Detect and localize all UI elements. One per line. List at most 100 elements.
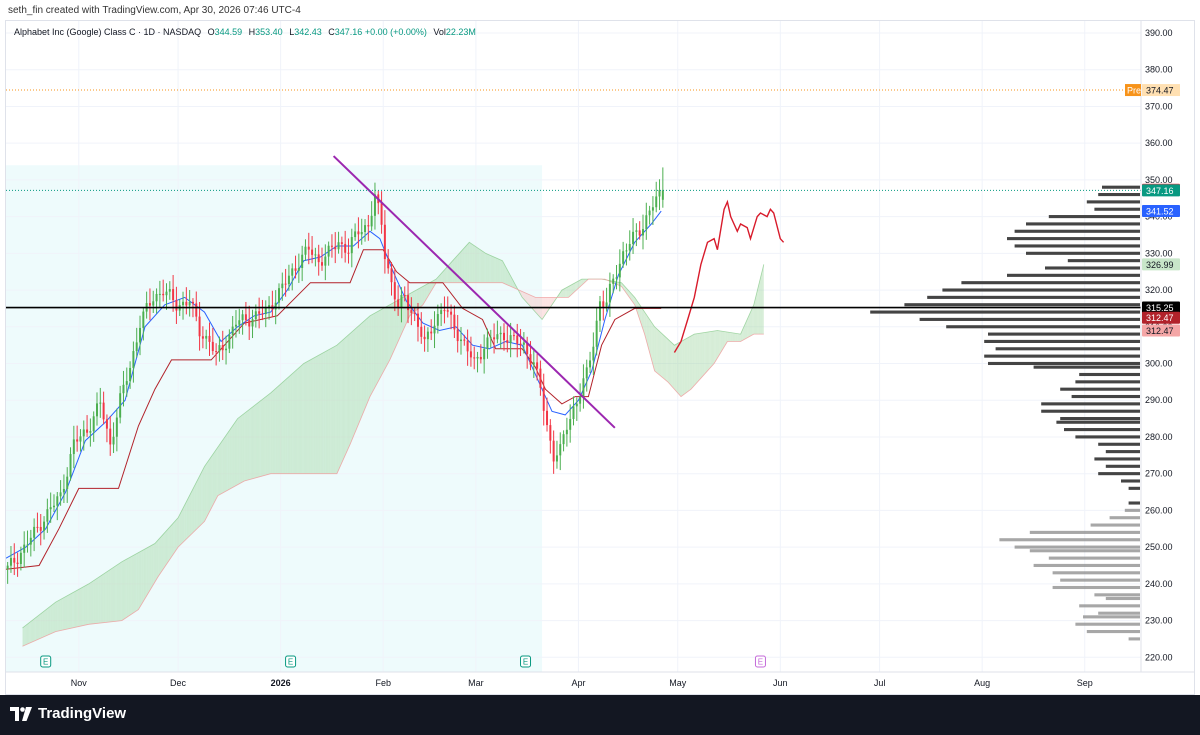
candle-body	[33, 526, 36, 538]
candle-body	[460, 339, 462, 342]
candle-body	[476, 356, 479, 359]
ichimoku-cloud-segment	[153, 543, 155, 585]
ichimoku-cloud-segment	[201, 469, 203, 525]
volume-profile-bar	[1094, 457, 1140, 461]
candle-body	[430, 331, 433, 334]
tradingview-logo[interactable]: TradingView	[10, 705, 126, 722]
candle-body	[294, 268, 297, 271]
candle-body	[612, 278, 615, 284]
ichimoku-cloud-segment	[199, 472, 202, 527]
candle-body	[522, 342, 525, 345]
ichimoku-cloud-segment	[540, 297, 543, 320]
price-chart[interactable]: 220.00 230.00 240.00 250.00 260.00 270.00 280.…	[6, 21, 1195, 695]
ichimoku-cloud-segment	[187, 495, 190, 538]
candle-body	[327, 245, 330, 257]
ichimoku-cloud-segment	[565, 287, 567, 298]
ichimoku-cloud-segment	[444, 268, 447, 283]
candle-body	[152, 301, 155, 306]
volume-profile-bar	[984, 354, 1140, 358]
candle-body	[188, 301, 191, 306]
candle-body	[198, 316, 201, 337]
footer-bar: TradingView	[0, 695, 1200, 735]
change-value: +0.00 (+0.00%)	[364, 27, 427, 37]
candle-body	[589, 360, 592, 368]
ichimoku-cloud-segment	[497, 258, 500, 283]
ichimoku-cloud-segment	[456, 255, 458, 283]
candle-body	[39, 526, 42, 531]
volume-profile-bar	[1090, 523, 1140, 527]
ichimoku-cloud-segment	[154, 541, 157, 583]
ichimoku-cloud-segment	[95, 578, 97, 624]
ichimoku-cloud-segment	[381, 308, 384, 376]
volume-profile-bar	[1056, 420, 1140, 424]
candle-body	[347, 252, 350, 254]
ichimoku-cloud-segment	[22, 626, 25, 647]
ichimoku-cloud-segment	[143, 548, 145, 602]
candle-body	[168, 289, 171, 292]
candle-body	[479, 356, 482, 360]
ichimoku-cloud-segment	[462, 247, 465, 283]
candle-body	[628, 244, 631, 251]
candle-body	[367, 225, 370, 227]
ichimoku-cloud-segment	[384, 306, 387, 370]
candle-body	[426, 331, 429, 340]
candle-body	[625, 250, 628, 252]
x-tick-label: Feb	[375, 678, 391, 688]
candle-body	[499, 332, 502, 335]
volume-profile-bar	[1094, 207, 1140, 211]
ichimoku-cloud-segment	[659, 331, 662, 377]
ichimoku-cloud-segment	[224, 435, 227, 493]
ichimoku-cloud-segment	[55, 601, 58, 632]
volume-profile-bar	[1007, 273, 1140, 277]
candle-body	[569, 418, 572, 430]
candle-body	[19, 552, 22, 564]
ichimoku-cloud-segment	[315, 356, 318, 474]
tradingview-logo-icon	[10, 706, 32, 721]
x-tick-label: Jun	[773, 678, 788, 688]
ichimoku-cloud-segment	[204, 463, 207, 522]
volume-profile-bar	[1026, 251, 1140, 255]
high-value: 353.40	[255, 27, 283, 37]
ichimoku-cloud-segment	[206, 461, 208, 519]
ichimoku-cloud-segment	[161, 534, 164, 572]
ichimoku-cloud-segment	[125, 559, 127, 619]
candle-body	[575, 403, 578, 407]
volume-profile-bar	[1105, 450, 1140, 454]
volume-profile-bar	[1083, 615, 1140, 619]
candle-body	[26, 544, 29, 546]
x-tick-label: Sep	[1077, 678, 1093, 688]
ichimoku-cloud-segment	[738, 333, 741, 342]
ichimoku-cloud-segment	[83, 585, 86, 626]
ichimoku-cloud-segment	[221, 440, 223, 494]
candle-body	[519, 343, 522, 345]
volume-profile-bar	[870, 310, 1140, 314]
volume-profile-bar	[988, 361, 1140, 366]
candle-body	[185, 301, 188, 306]
ichimoku-cloud-segment	[379, 309, 382, 379]
candle-body	[456, 329, 459, 342]
candle-body	[105, 419, 108, 429]
ichimoku-cloud-segment	[376, 311, 379, 385]
chart-frame[interactable]: Alphabet Inc (Google) Class C · 1D · NAS…	[5, 20, 1195, 695]
candle-body	[119, 393, 122, 418]
candle-body	[102, 402, 105, 420]
volume-profile-bar	[988, 332, 1140, 336]
ichimoku-cloud-segment	[472, 244, 475, 283]
ichimoku-cloud-segment	[331, 347, 334, 474]
candle-body	[72, 439, 75, 455]
ichimoku-cloud-segment	[733, 333, 736, 342]
ichimoku-cloud-segment	[135, 553, 137, 612]
candle-body	[330, 245, 333, 247]
candle-body	[52, 505, 55, 508]
candle-body	[344, 243, 347, 253]
ichimoku-cloud-segment	[92, 580, 94, 624]
ichimoku-cloud-segment	[290, 373, 293, 474]
ichimoku-cloud-segment	[131, 555, 134, 614]
y-tick-label: 330.00	[1145, 248, 1173, 258]
candle-body	[615, 277, 618, 279]
ichimoku-cloud-segment	[176, 517, 179, 550]
ichimoku-cloud-segment	[492, 256, 495, 283]
ichimoku-cloud-segment	[148, 546, 150, 594]
ichimoku-cloud-segment	[265, 395, 268, 476]
ichimoku-cloud-segment	[664, 335, 667, 381]
